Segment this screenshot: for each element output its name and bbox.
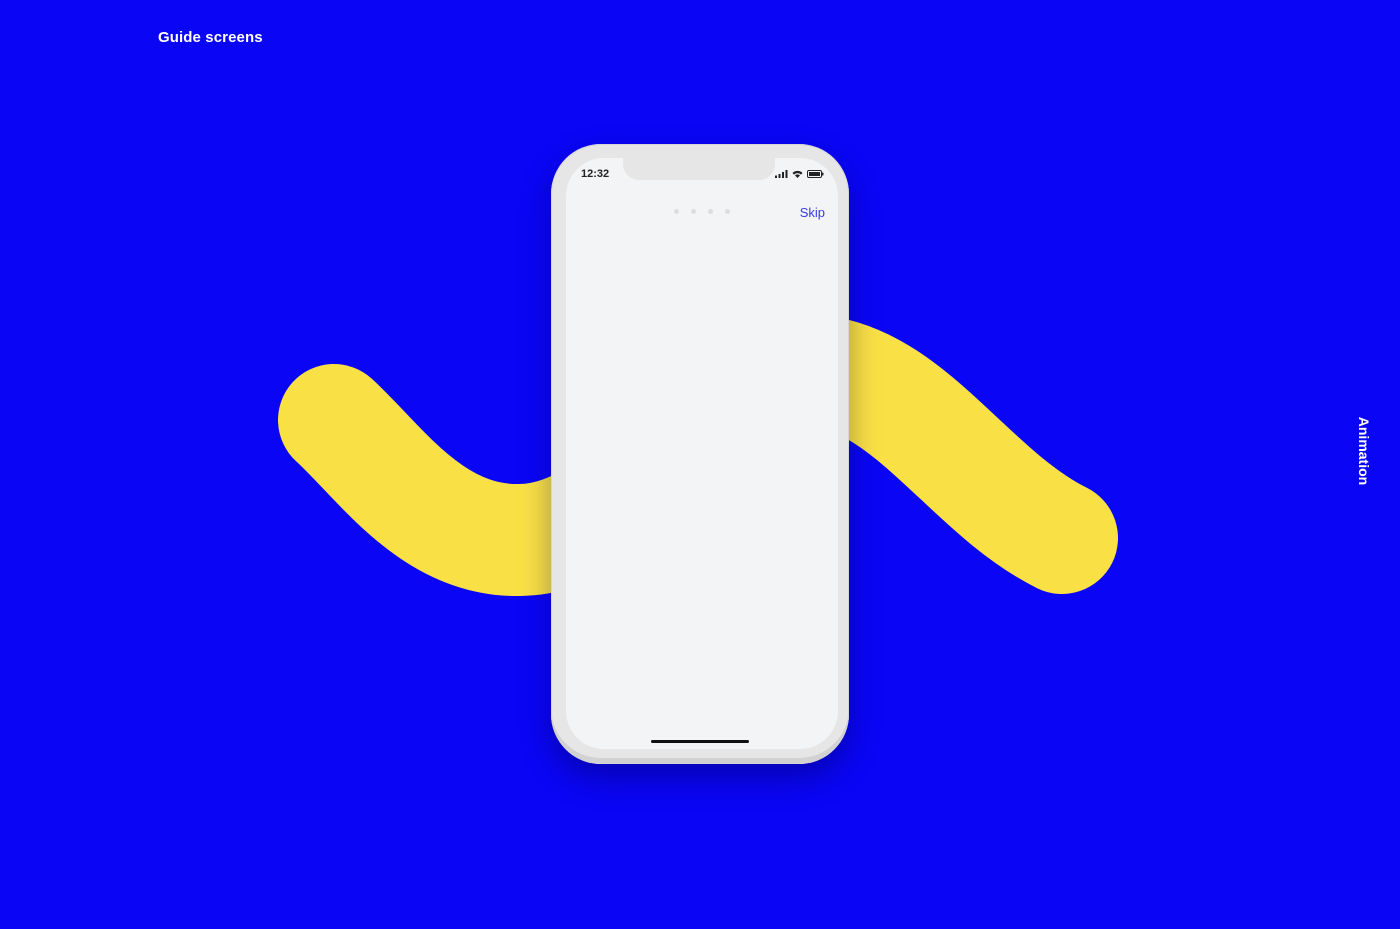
wifi-icon — [792, 170, 803, 178]
status-icons — [775, 170, 824, 178]
phone-screen: 12:32 Skip — [566, 158, 838, 749]
pager-dot[interactable] — [708, 209, 713, 214]
home-indicator[interactable] — [651, 740, 749, 743]
pager-dot[interactable] — [691, 209, 696, 214]
pager-dot[interactable] — [725, 209, 730, 214]
pager-dots — [674, 209, 730, 214]
signal-icon — [775, 170, 788, 178]
battery-icon — [807, 170, 824, 178]
status-time: 12:32 — [581, 168, 610, 180]
pager-dot[interactable] — [674, 209, 679, 214]
skip-button[interactable]: Skip — [800, 205, 825, 220]
phone-notch — [623, 158, 775, 180]
phone-mockup: 12:32 Skip — [551, 144, 849, 764]
